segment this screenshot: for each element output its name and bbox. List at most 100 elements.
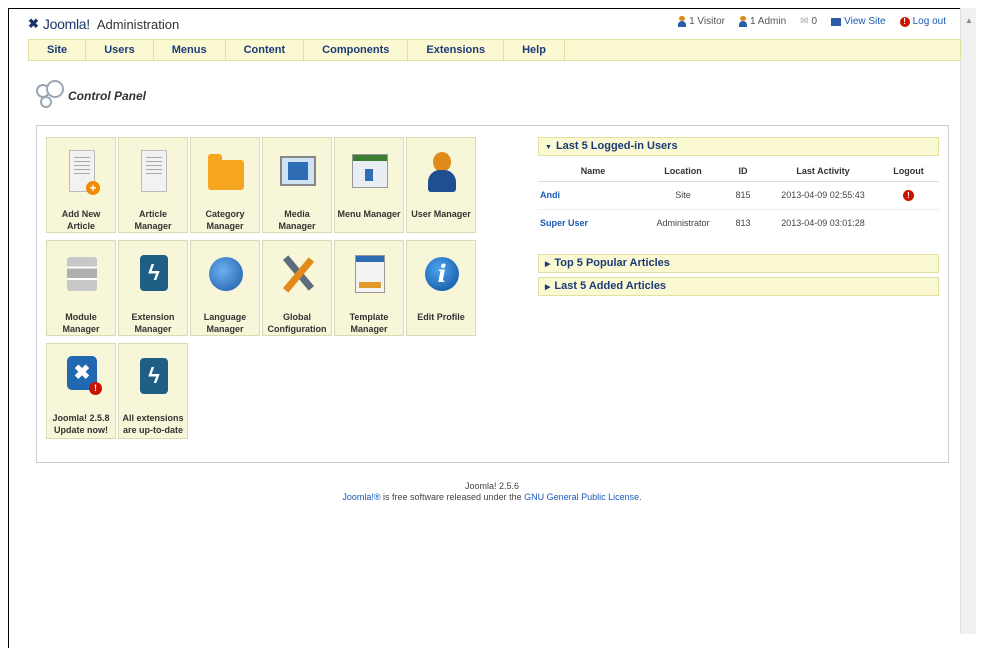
control-panel-gears-icon [36, 80, 64, 112]
admin-header: ✖ Joomla! Administration 1 Visitor 1 Adm… [28, 12, 968, 36]
user-name-link[interactable]: Super User [538, 209, 648, 237]
tile-extension-manager[interactable]: ϟ Extension Manager [118, 240, 188, 336]
tile-user-manager[interactable]: User Manager [406, 137, 476, 233]
col-name: Name [538, 161, 648, 182]
extension-icon: ϟ [140, 255, 168, 291]
joomla-link[interactable]: Joomla!® [342, 492, 380, 502]
footer-version: Joomla! 2.5.6 [464, 481, 520, 491]
mail-icon: ✉ [800, 16, 809, 27]
col-logout: Logout [878, 161, 939, 182]
menu-help[interactable]: Help [504, 40, 565, 60]
panel-title: Top 5 Popular Articles [554, 257, 670, 269]
panel-popular-articles[interactable]: ▶ Top 5 Popular Articles [538, 254, 939, 273]
user-id: 815 [718, 181, 768, 210]
panel-added-articles[interactable]: ▶ Last 5 Added Articles [538, 277, 939, 296]
user-location: Administrator [656, 218, 710, 229]
tile-label: All extensions are up-to-date [122, 413, 184, 435]
tile-extensions-up-to-date[interactable]: ϟ All extensions are up-to-date [118, 343, 188, 439]
user-icon [424, 150, 460, 192]
col-last-activity: Last Activity [768, 161, 878, 182]
admins-count: 1 Admin [750, 16, 787, 27]
tile-label: Menu Manager [337, 209, 401, 219]
panel-title: Last 5 Logged-in Users [555, 140, 678, 152]
tile-label: Template Manager [349, 312, 389, 334]
col-location: Location [648, 161, 718, 182]
user-id: 813 [735, 218, 751, 229]
footer: Joomla! 2.5.6 Joomla!® is free software … [0, 481, 984, 503]
collapsed-caret-icon: ▶ [545, 261, 551, 268]
user-location: Site [648, 181, 718, 210]
extension-icon: ϟ [140, 358, 168, 394]
main-menu: Site Users Menus Content Components Exte… [28, 39, 961, 61]
tile-edit-profile[interactable]: i Edit Profile [406, 240, 476, 336]
visitor-icon [678, 16, 687, 27]
logout-link[interactable]: ! Log out [899, 16, 946, 27]
table-row: Super User Administrator 813 2013-04-09 … [538, 209, 939, 237]
brand: ✖ Joomla! Administration [28, 16, 179, 32]
admin-icon [739, 16, 748, 27]
menu-users[interactable]: Users [86, 40, 154, 60]
admin-label: Administration [96, 16, 180, 32]
view-site-label: View Site [844, 16, 886, 27]
article-manager-icon [141, 150, 167, 192]
menu-content[interactable]: Content [226, 40, 305, 60]
menu-icon [352, 154, 388, 188]
tile-template-manager[interactable]: Template Manager [334, 240, 404, 336]
logout-label: Log out [912, 16, 946, 27]
footer-license-line: Joomla!® is free software released under… [0, 492, 984, 503]
globe-icon [209, 257, 243, 291]
info-icon: i [425, 257, 459, 291]
tools-icon [280, 253, 316, 295]
logo-text: Joomla! [42, 16, 90, 32]
tile-article-manager[interactable]: Article Manager [118, 137, 188, 233]
visitors-count: 1 Visitor [689, 16, 726, 27]
menu-menus[interactable]: Menus [154, 40, 226, 60]
messages-count: 0 [811, 16, 818, 27]
view-site-icon [831, 17, 842, 26]
folder-icon [208, 154, 244, 190]
panel-logged-in-users[interactable]: ▼ Last 5 Logged-in Users [538, 137, 939, 156]
vertical-scrollbar[interactable]: ▲ [960, 8, 976, 634]
tile-label: User Manager [411, 209, 471, 219]
menu-site[interactable]: Site [29, 40, 87, 60]
footer-period: . [639, 492, 642, 502]
admins-status: 1 Admin [739, 16, 786, 27]
col-id: ID [718, 161, 768, 182]
page-title: Control Panel [68, 89, 147, 103]
status-bar: 1 Visitor 1 Admin ✉ 0 View Site ! Log out [678, 16, 946, 27]
tile-global-configuration[interactable]: Global Configuration [262, 240, 332, 336]
tile-module-manager[interactable]: Module Manager [46, 240, 116, 336]
logged-in-users-table: Name Location ID Last Activity Logout An… [538, 161, 939, 237]
tile-joomla-update[interactable]: ✖! Joomla! 2.5.8 Update now! [46, 343, 116, 439]
alert-badge-icon: ! [89, 382, 102, 395]
tile-label: Edit Profile [417, 312, 465, 322]
tile-category-manager[interactable]: Category Manager [190, 137, 260, 233]
logout-icon: ! [899, 16, 910, 27]
joomla-logo-icon: ✖ [28, 16, 39, 31]
tile-label: Global Configuration [267, 312, 327, 334]
tile-label: Add New Article [61, 209, 101, 231]
visitors-status: 1 Visitor [678, 16, 725, 27]
add-article-icon: + [69, 150, 100, 195]
collapsed-caret-icon: ▶ [545, 284, 551, 291]
logout-cell: ! [878, 181, 939, 210]
expanded-caret-icon: ▼ [545, 144, 552, 151]
tile-add-new-article[interactable]: + Add New Article [46, 137, 116, 233]
force-logout-icon[interactable]: ! [903, 189, 914, 201]
tile-menu-manager[interactable]: Menu Manager [334, 137, 404, 233]
tile-label: Language Manager [203, 312, 247, 334]
gpl-license-link[interactable]: GNU General Public License [524, 492, 639, 502]
tile-language-manager[interactable]: Language Manager [190, 240, 260, 336]
view-site-link[interactable]: View Site [831, 16, 886, 27]
joomla-update-icon: ✖! [67, 356, 102, 395]
tile-label: Media Manager [278, 209, 316, 231]
messages-status[interactable]: ✉ 0 [800, 16, 817, 27]
panel-title: Last 5 Added Articles [554, 280, 667, 292]
user-name-link[interactable]: Andi [538, 181, 648, 210]
menu-extensions[interactable]: Extensions [408, 40, 505, 60]
menu-components[interactable]: Components [304, 40, 409, 60]
tile-media-manager[interactable]: Media Manager [262, 137, 332, 233]
tile-label: Article Manager [134, 209, 172, 231]
tile-label: Category Manager [205, 209, 245, 231]
media-icon [280, 156, 316, 186]
